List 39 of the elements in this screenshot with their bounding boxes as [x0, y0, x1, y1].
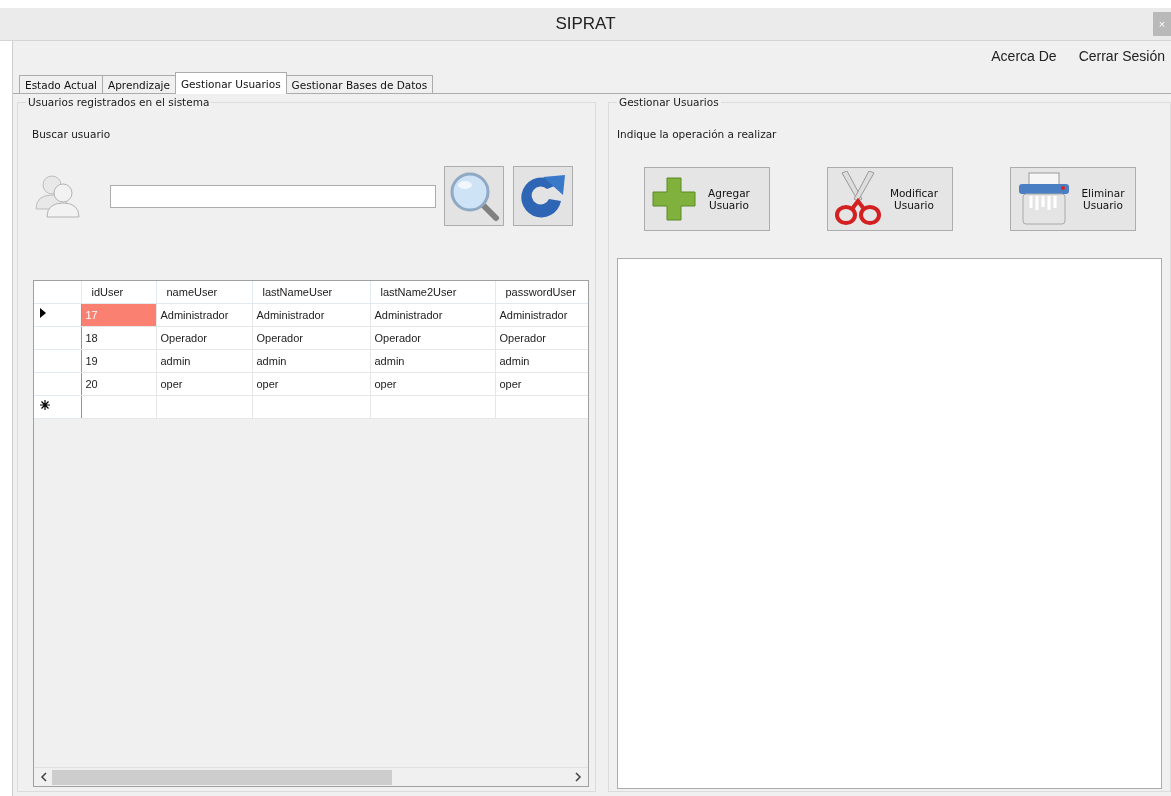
- menu-link[interactable]: Acerca De: [991, 48, 1057, 64]
- new-row-icon: [40, 400, 50, 410]
- action-button[interactable]: Eliminar Usuario: [1010, 167, 1136, 231]
- menu-link[interactable]: Cerrar Sesión: [1078, 48, 1165, 64]
- group-title: Gestionar Usuarios: [618, 96, 720, 108]
- table-cell: Operador: [370, 326, 495, 349]
- table-cell: oper: [252, 372, 370, 395]
- instruction-label: Indique la operación a realizar: [617, 128, 778, 140]
- column-header[interactable]: idUser: [81, 281, 156, 303]
- table-cell: admin: [370, 349, 495, 372]
- search-label: Buscar usuario: [32, 128, 112, 140]
- plus-icon: [651, 176, 697, 222]
- horizontal-scrollbar[interactable]: [34, 767, 588, 786]
- search-field[interactable]: [110, 184, 436, 208]
- tab[interactable]: Estado Actual: [19, 75, 103, 94]
- scroll-left-icon[interactable]: [40, 772, 48, 782]
- column-header[interactable]: nameUser: [156, 281, 252, 303]
- table-cell: oper: [370, 372, 495, 395]
- tab[interactable]: Gestionar Bases de Datos: [285, 75, 434, 94]
- scrollbar-thumb[interactable]: [52, 769, 392, 785]
- column-header[interactable]: lastNameUser: [252, 281, 370, 303]
- refresh-button[interactable]: [513, 166, 573, 226]
- scroll-right-icon[interactable]: [574, 772, 582, 782]
- table-cell: Administrador: [370, 303, 495, 326]
- search-icon: [448, 170, 500, 222]
- table-cell: admin: [252, 349, 370, 372]
- tab[interactable]: Gestionar Usuarios: [174, 72, 287, 94]
- search-button[interactable]: [444, 166, 504, 226]
- column-header[interactable]: lastName2User: [370, 281, 495, 303]
- group-title: Usuarios registrados en el sistema: [27, 96, 211, 108]
- table-cell: Administrador: [252, 303, 370, 326]
- tab[interactable]: Aprendizaje: [102, 75, 176, 94]
- shredder-icon: [1017, 172, 1071, 226]
- window-title: SIPRAT: [555, 14, 616, 34]
- action-button[interactable]: Modificar Usuario: [827, 167, 953, 231]
- table-cell: Operador: [252, 326, 370, 349]
- action-button[interactable]: Agregar Usuario: [644, 167, 770, 231]
- column-header[interactable]: passwordUser: [495, 281, 588, 303]
- scissors-icon: [834, 171, 882, 227]
